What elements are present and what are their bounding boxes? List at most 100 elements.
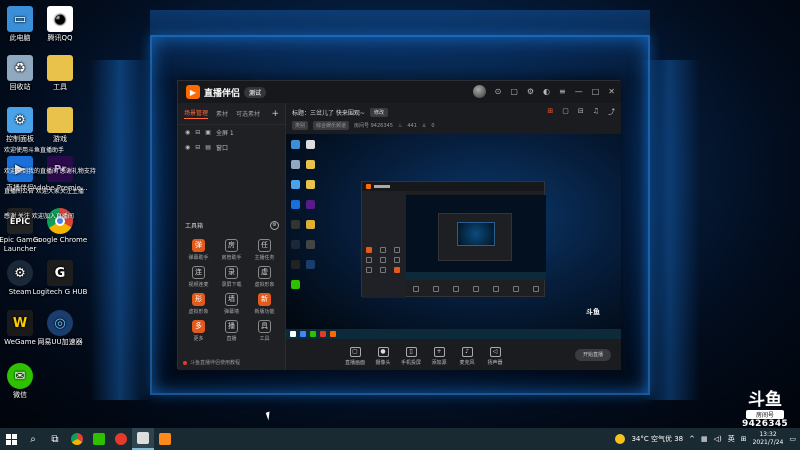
- tab-optional-materials[interactable]: 可选素材: [236, 109, 260, 118]
- tool-item[interactable]: 新新版功能: [248, 293, 281, 315]
- desktop-icon-qq[interactable]: ◕ 腾讯QQ: [32, 6, 88, 43]
- side-message: 直播间公告 欢迎大家关注主播: [4, 188, 84, 195]
- category-tag: 类别: [292, 121, 309, 130]
- tool-item[interactable]: 播直播: [215, 320, 248, 342]
- tool-icon: 形: [192, 293, 205, 306]
- logitech-icon: G: [47, 260, 73, 286]
- lock-icon[interactable]: ⊟: [195, 129, 200, 136]
- ime-indicator[interactable]: 英: [728, 434, 735, 444]
- weather-text[interactable]: 34°C 空气优 38: [631, 434, 683, 444]
- bell-icon[interactable]: ♫: [593, 107, 599, 117]
- mini-desktop-icon: [291, 260, 300, 269]
- maximize-icon[interactable]: □: [592, 87, 600, 96]
- taskbar-app[interactable]: [154, 428, 176, 450]
- stream-control[interactable]: ◁ 扬声器: [481, 347, 509, 366]
- stream-control[interactable]: + 添加源: [425, 347, 453, 366]
- start-live-button[interactable]: 开始直播: [575, 349, 611, 361]
- tool-item[interactable]: 任主播任务: [248, 239, 281, 261]
- tool-label: 弹幕助手: [188, 255, 209, 261]
- stream-control[interactable]: ▯ 手机投屏: [397, 347, 425, 366]
- desktop-icon-tools[interactable]: 工具: [32, 55, 88, 92]
- tool-item[interactable]: 连视频连麦: [182, 266, 215, 288]
- stream-control[interactable]: ♪ 麦克风: [453, 347, 481, 366]
- preview-watermark: 斗鱼: [586, 308, 600, 316]
- edit-title-button[interactable]: 修改: [369, 107, 388, 117]
- version-pill[interactable]: 测试: [244, 86, 267, 98]
- desktop-icon-label: Google Chrome: [32, 236, 88, 244]
- lock-icon[interactable]: ⊟: [578, 107, 584, 117]
- task-view-icon[interactable]: ⧉: [44, 428, 66, 450]
- tab-materials[interactable]: 素材: [216, 109, 228, 118]
- tool-item[interactable]: 虚虚拟形象: [248, 266, 281, 288]
- tab-scene-manage[interactable]: 场景管理: [184, 108, 209, 119]
- avatar[interactable]: [472, 85, 486, 98]
- nested-titlebar: [362, 182, 544, 191]
- tool-item[interactable]: 墙弹幕墙: [215, 293, 248, 315]
- tool-icon: 新: [258, 293, 271, 306]
- gift-icon[interactable]: ⊙: [495, 87, 502, 96]
- stream-preview[interactable]: 斗鱼: [286, 134, 621, 339]
- taskbar-wechat[interactable]: [88, 428, 110, 450]
- taskbar-douyu[interactable]: [132, 428, 154, 450]
- stream-control[interactable]: ● 摄像头: [369, 347, 397, 366]
- network-icon[interactable]: ▦: [701, 435, 708, 443]
- add-scene-icon[interactable]: +: [271, 109, 279, 119]
- desktop-icon-uu-accelerator[interactable]: ◎ 网易UU加速器: [32, 310, 88, 347]
- notification-icon[interactable]: ▭: [789, 435, 796, 443]
- clock[interactable]: 13:32 2021/7/24: [753, 431, 784, 447]
- stream-control-icon: ♪: [461, 347, 473, 357]
- volume-icon[interactable]: ◁): [714, 435, 722, 443]
- tutorial-hint[interactable]: 斗鱼直播伴侣使用教程: [178, 359, 286, 366]
- scene-item[interactable]: ◉ ⊟ ▤ 窗口: [178, 140, 285, 155]
- tool-icon: 虚: [258, 266, 271, 279]
- close-icon[interactable]: ✕: [608, 87, 615, 96]
- desktop-icon-label: 游戏: [53, 135, 67, 143]
- toolbox-settings-icon[interactable]: ⚙: [270, 221, 279, 230]
- stream-control[interactable]: ▢ 直播画面: [341, 347, 369, 366]
- tool-item[interactable]: 形虚拟形象: [182, 293, 215, 315]
- weather-sun-icon[interactable]: [615, 434, 626, 444]
- settings-icon[interactable]: ⚙: [527, 87, 534, 96]
- clock-date: 2021/7/24: [752, 439, 784, 446]
- desktop-icon-games[interactable]: 游戏: [32, 107, 88, 144]
- preview-taskbar: [286, 329, 621, 339]
- chevron-up-icon[interactable]: ^: [689, 435, 695, 443]
- stream-title-actions: ⊞ ▢ ⊟ ♫ ⤴: [547, 107, 615, 117]
- menu-icon[interactable]: ≡: [559, 87, 566, 96]
- scene-item[interactable]: ◉ ⊟ ▣ 全屏 1: [178, 125, 285, 140]
- nested-left-panel: [362, 191, 406, 298]
- tool-item[interactable]: 录录屏下载: [215, 266, 248, 288]
- tool-item[interactable]: 具工具: [248, 320, 281, 342]
- toolbox-header: 工具箱 ⚙: [178, 221, 286, 230]
- desktop-icon-wechat[interactable]: ✉ 微信: [0, 363, 48, 400]
- scene-tabs: 场景管理 素材 可选素材 +: [178, 103, 285, 125]
- wegame-icon: W: [7, 310, 33, 336]
- share-icon[interactable]: ⤴: [608, 107, 615, 117]
- chat-icon[interactable]: ▢: [562, 107, 569, 117]
- start-button[interactable]: [0, 428, 22, 450]
- tool-item[interactable]: 弹弹幕助手: [182, 239, 215, 261]
- skin-icon[interactable]: ◐: [543, 87, 550, 96]
- left-panel: 场景管理 素材 可选素材 + ◉ ⊟ ▣ 全屏 1 ◉ ⊟ ▤ 窗口 工具箱 ⚙: [178, 103, 286, 370]
- minimize-icon[interactable]: —: [575, 87, 583, 96]
- stream-control-icon: ◁: [489, 347, 501, 357]
- alert-dot-icon: [183, 360, 187, 365]
- folder-icon: [47, 107, 73, 133]
- lock-icon[interactable]: ⊟: [195, 144, 200, 151]
- eye-icon[interactable]: ◉: [185, 129, 190, 136]
- window-titlebar[interactable]: ▶ 直播伴侣 测试 ⊙ ▢ ⚙ ◐ ≡ — □ ✕: [178, 81, 621, 103]
- tutorial-hint-text: 斗鱼直播伴侣使用教程: [190, 360, 241, 366]
- eye-icon[interactable]: ◉: [185, 144, 190, 151]
- desktop-icon-logitech[interactable]: G Logitech G HUB: [32, 260, 88, 297]
- gift-box-icon[interactable]: ⊞: [547, 107, 553, 117]
- taskbar-chrome[interactable]: [66, 428, 88, 450]
- ime-mode-icon[interactable]: ⊞: [741, 435, 747, 443]
- side-message: 感谢 关注 欢迎加入直播间: [4, 213, 74, 220]
- tool-item[interactable]: 多更多: [182, 320, 215, 342]
- message-icon[interactable]: ▢: [510, 87, 518, 96]
- taskbar-netease-music[interactable]: [110, 428, 132, 450]
- stream-control-label: 扬声器: [487, 360, 503, 366]
- category-value[interactable]: 综合娱乐频道: [313, 121, 350, 130]
- tool-item[interactable]: 房房管助手: [215, 239, 248, 261]
- search-icon[interactable]: ⌕: [22, 428, 44, 450]
